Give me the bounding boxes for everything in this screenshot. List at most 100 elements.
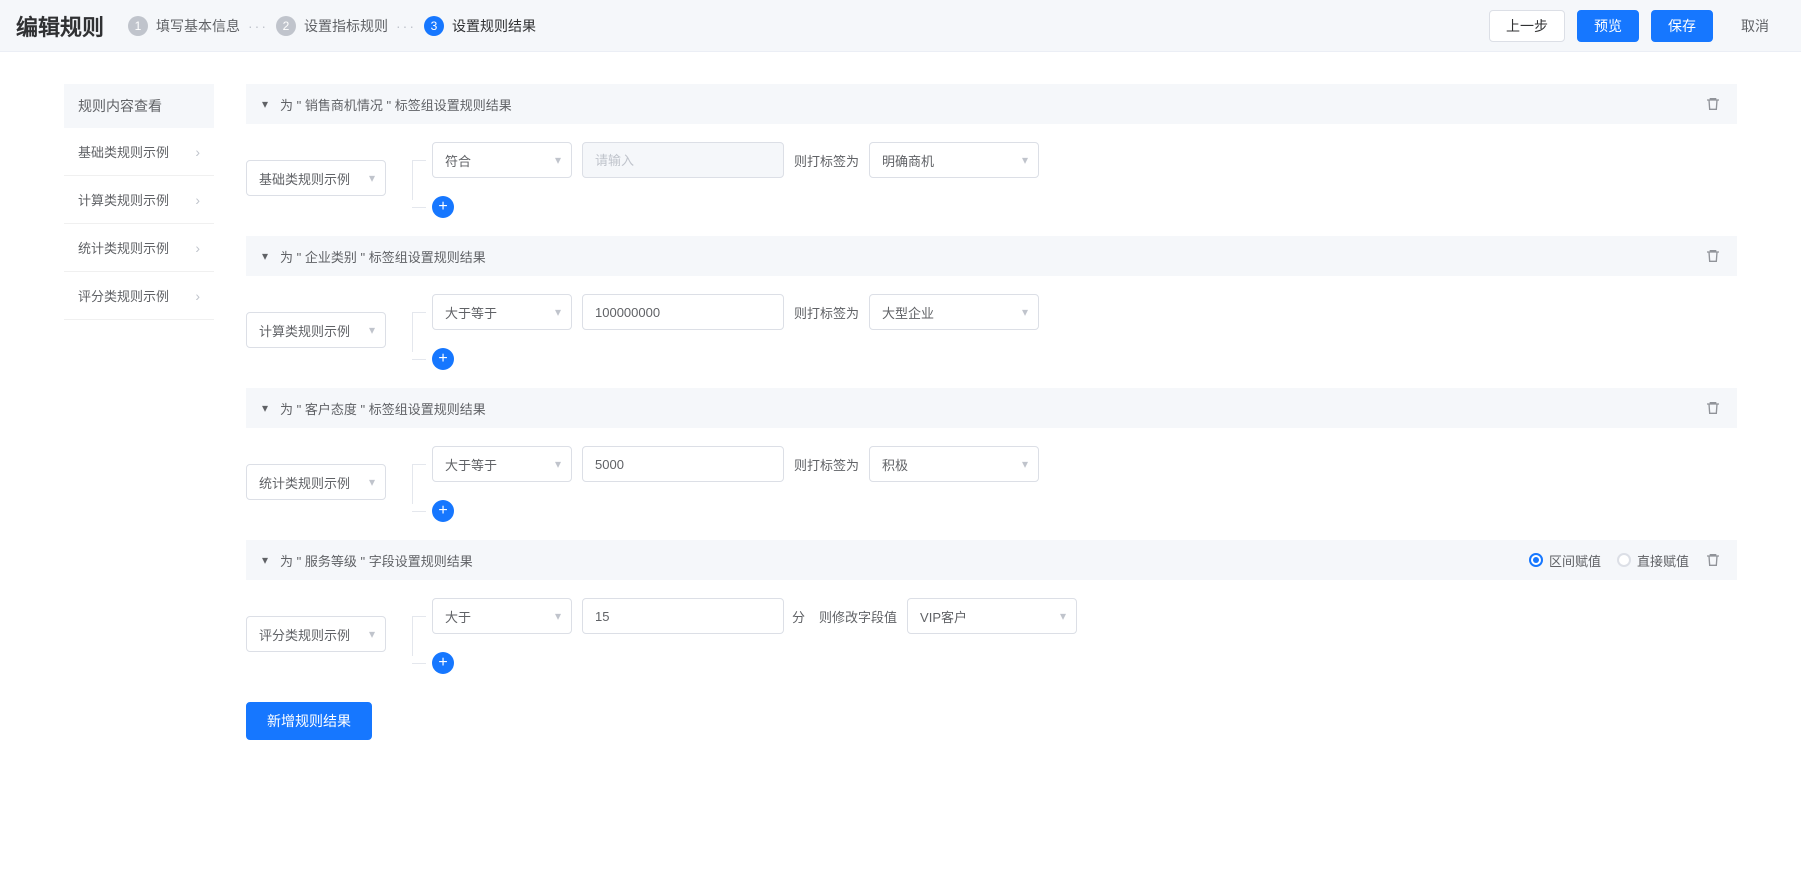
sidebar-item-label: 计算类规则示例 bbox=[78, 190, 169, 209]
section-1-header: ▾ 为 " 销售商机情况 " 标签组设置规则结果 bbox=[246, 84, 1737, 124]
section-3-header: ▾ 为 " 客户态度 " 标签组设置规则结果 bbox=[246, 388, 1737, 428]
page-title: 编辑规则 bbox=[16, 10, 104, 42]
cancel-button[interactable]: 取消 bbox=[1725, 10, 1785, 42]
collapse-caret-icon[interactable]: ▾ bbox=[262, 401, 268, 415]
add-rule-result-button[interactable]: 新增规则结果 bbox=[246, 702, 372, 740]
section-2-header: ▾ 为 " 企业类别 " 标签组设置规则结果 bbox=[246, 236, 1737, 276]
condition-row-2: 大于等于 ▾ 则打标签为 大型企业 ▾ bbox=[432, 294, 1039, 330]
unit-label-4: 分 bbox=[792, 607, 805, 626]
connector-1: 符合 ▾ 则打标签为 明确商机 ▾ + bbox=[398, 142, 1039, 218]
rule-type-select-4[interactable]: 评分类规则示例 ▾ bbox=[246, 616, 386, 652]
result-select-3[interactable]: 积极 ▾ bbox=[869, 446, 1039, 482]
add-condition-button-1[interactable]: + bbox=[432, 196, 454, 218]
rows-3: 大于等于 ▾ 则打标签为 积极 ▾ + bbox=[432, 446, 1039, 522]
value-input-1 bbox=[582, 142, 784, 178]
section-2-body: 计算类规则示例 ▾ 大于等于 ▾ 则打标签为 bbox=[246, 276, 1737, 370]
section-3-title: 为 " 客户态度 " 标签组设置规则结果 bbox=[280, 399, 1705, 418]
condition-row-1: 符合 ▾ 则打标签为 明确商机 ▾ bbox=[432, 142, 1039, 178]
add-row-1: + bbox=[432, 196, 1039, 218]
save-button[interactable]: 保存 bbox=[1651, 10, 1713, 42]
result-select-2[interactable]: 大型企业 ▾ bbox=[869, 294, 1039, 330]
delete-section-3-button[interactable] bbox=[1705, 400, 1721, 416]
delete-section-1-button[interactable] bbox=[1705, 96, 1721, 112]
sidebar-item-label: 评分类规则示例 bbox=[78, 286, 169, 305]
delete-section-4-button[interactable] bbox=[1705, 552, 1721, 568]
chevron-down-icon: ▾ bbox=[369, 171, 375, 185]
sidebar-item-label: 基础类规则示例 bbox=[78, 142, 169, 161]
chevron-down-icon: ▾ bbox=[369, 627, 375, 641]
chevron-right-icon: › bbox=[195, 240, 200, 256]
section-4-header: ▾ 为 " 服务等级 " 字段设置规则结果 区间赋值 直接赋值 bbox=[246, 540, 1737, 580]
rule-type-4: 评分类规则示例 ▾ bbox=[246, 616, 386, 652]
collapse-caret-icon[interactable]: ▾ bbox=[262, 97, 268, 111]
operator-select-2[interactable]: 大于等于 ▾ bbox=[432, 294, 572, 330]
operator-select-4[interactable]: 大于 ▾ bbox=[432, 598, 572, 634]
step-3-badge: 3 bbox=[424, 16, 444, 36]
rule-type-select-3[interactable]: 统计类规则示例 ▾ bbox=[246, 464, 386, 500]
step-2[interactable]: 2 设置指标规则 bbox=[276, 16, 388, 36]
sidebar-item-basic[interactable]: 基础类规则示例 › bbox=[64, 128, 214, 176]
add-row-2: + bbox=[432, 348, 1039, 370]
chevron-down-icon: ▾ bbox=[555, 153, 561, 167]
section-1-title: 为 " 销售商机情况 " 标签组设置规则结果 bbox=[280, 95, 1705, 114]
value-input-3[interactable] bbox=[582, 446, 784, 482]
step-3-label: 设置规则结果 bbox=[452, 16, 536, 36]
then-label-3: 则打标签为 bbox=[794, 455, 859, 474]
radio-interval[interactable]: 区间赋值 bbox=[1529, 551, 1601, 570]
add-row-4: + bbox=[432, 652, 1077, 674]
rule-type-1: 基础类规则示例 ▾ bbox=[246, 160, 386, 196]
radio-dot-icon bbox=[1617, 553, 1631, 567]
radio-direct[interactable]: 直接赋值 bbox=[1617, 551, 1689, 570]
step-2-label: 设置指标规则 bbox=[304, 16, 388, 36]
rule-section-2: ▾ 为 " 企业类别 " 标签组设置规则结果 计算类规则示例 ▾ bbox=[246, 236, 1737, 370]
chevron-down-icon: ▾ bbox=[1022, 305, 1028, 319]
then-label-1: 则打标签为 bbox=[794, 151, 859, 170]
sidebar-item-calc[interactable]: 计算类规则示例 › bbox=[64, 176, 214, 224]
rows-1: 符合 ▾ 则打标签为 明确商机 ▾ + bbox=[432, 142, 1039, 218]
step-1-label: 填写基本信息 bbox=[156, 16, 240, 36]
add-condition-button-2[interactable]: + bbox=[432, 348, 454, 370]
add-row-3: + bbox=[432, 500, 1039, 522]
operator-select-1[interactable]: 符合 ▾ bbox=[432, 142, 572, 178]
connector-3: 大于等于 ▾ 则打标签为 积极 ▾ + bbox=[398, 446, 1039, 522]
value-input-4[interactable] bbox=[582, 598, 784, 634]
trash-icon bbox=[1705, 96, 1721, 112]
connector-2: 大于等于 ▾ 则打标签为 大型企业 ▾ + bbox=[398, 294, 1039, 370]
collapse-caret-icon[interactable]: ▾ bbox=[262, 553, 268, 567]
sidebar: 规则内容查看 基础类规则示例 › 计算类规则示例 › 统计类规则示例 › 评分类… bbox=[64, 84, 214, 740]
header-actions: 上一步 预览 保存 取消 bbox=[1489, 10, 1785, 42]
result-select-1[interactable]: 明确商机 ▾ bbox=[869, 142, 1039, 178]
chevron-down-icon: ▾ bbox=[555, 609, 561, 623]
chevron-right-icon: › bbox=[195, 288, 200, 304]
operator-select-3[interactable]: 大于等于 ▾ bbox=[432, 446, 572, 482]
main-container: 规则内容查看 基础类规则示例 › 计算类规则示例 › 统计类规则示例 › 评分类… bbox=[0, 52, 1801, 772]
chevron-down-icon: ▾ bbox=[1022, 457, 1028, 471]
add-condition-button-3[interactable]: + bbox=[432, 500, 454, 522]
step-1-badge: 1 bbox=[128, 16, 148, 36]
delete-section-2-button[interactable] bbox=[1705, 248, 1721, 264]
result-select-4[interactable]: VIP客户 ▾ bbox=[907, 598, 1077, 634]
value-input-2[interactable] bbox=[582, 294, 784, 330]
sidebar-header: 规则内容查看 bbox=[64, 84, 214, 128]
step-1[interactable]: 1 填写基本信息 bbox=[128, 16, 240, 36]
preview-button[interactable]: 预览 bbox=[1577, 10, 1639, 42]
add-condition-button-4[interactable]: + bbox=[432, 652, 454, 674]
chevron-down-icon: ▾ bbox=[555, 457, 561, 471]
rule-type-select-2[interactable]: 计算类规则示例 ▾ bbox=[246, 312, 386, 348]
chevron-down-icon: ▾ bbox=[369, 475, 375, 489]
prev-step-button[interactable]: 上一步 bbox=[1489, 10, 1565, 42]
condition-row-4: 大于 ▾ 分 则修改字段值 VIP客户 ▾ bbox=[432, 598, 1077, 634]
page-header: 编辑规则 1 填写基本信息 ··· 2 设置指标规则 ··· 3 设置规则结果 … bbox=[0, 0, 1801, 52]
sidebar-item-score[interactable]: 评分类规则示例 › bbox=[64, 272, 214, 320]
then-label-4: 则修改字段值 bbox=[819, 607, 897, 626]
step-separator-icon: ··· bbox=[248, 18, 268, 34]
step-3[interactable]: 3 设置规则结果 bbox=[424, 16, 536, 36]
condition-row-3: 大于等于 ▾ 则打标签为 积极 ▾ bbox=[432, 446, 1039, 482]
rule-type-3: 统计类规则示例 ▾ bbox=[246, 464, 386, 500]
sidebar-item-stat[interactable]: 统计类规则示例 › bbox=[64, 224, 214, 272]
trash-icon bbox=[1705, 400, 1721, 416]
rule-type-select-1[interactable]: 基础类规则示例 ▾ bbox=[246, 160, 386, 196]
section-4-title: 为 " 服务等级 " 字段设置规则结果 bbox=[280, 551, 1529, 570]
collapse-caret-icon[interactable]: ▾ bbox=[262, 249, 268, 263]
step-indicator: 1 填写基本信息 ··· 2 设置指标规则 ··· 3 设置规则结果 bbox=[128, 16, 536, 36]
